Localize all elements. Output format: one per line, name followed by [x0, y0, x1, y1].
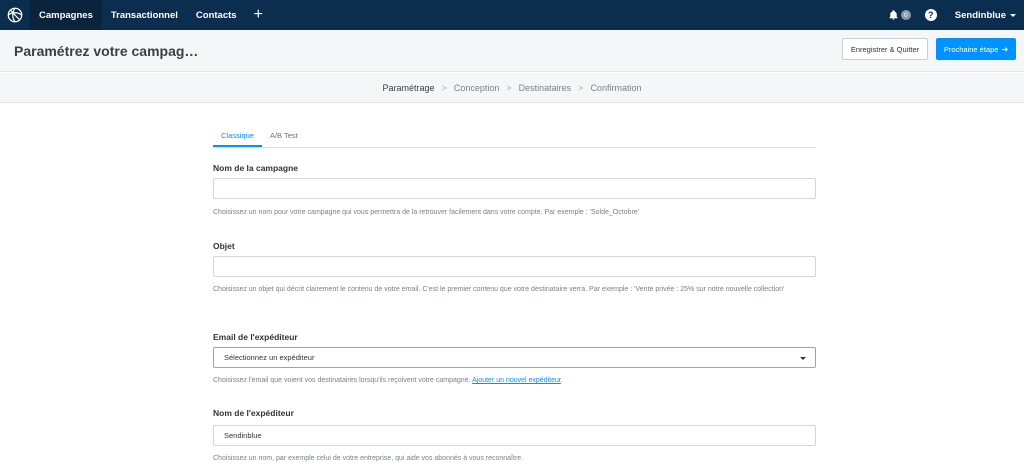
- bell-icon: [889, 10, 898, 20]
- chevron-right-icon: >: [578, 82, 584, 93]
- top-navbar: Campagnes Transactionnel Contacts + 0 ? …: [0, 0, 1024, 30]
- nav-item-contacts[interactable]: Contacts: [187, 0, 246, 30]
- page-header: Paramétrez votre campag… Enregistrer & Q…: [0, 30, 1024, 72]
- sender-email-help-suffix: .: [560, 377, 563, 384]
- breadcrumb-stepper: Paramétrage > Conception > Destinataires…: [0, 73, 1024, 103]
- nav-item-label: Contacts: [195, 9, 237, 21]
- sender-email-help-text: Choisissez l'email que voient vos destin…: [213, 377, 471, 384]
- campaign-name-help: Choisissez un nom pour votre campagne qu…: [213, 209, 639, 216]
- notification-count-badge: 0: [900, 10, 911, 20]
- nav-right: 0 ? Sendinblue: [888, 0, 1016, 30]
- campaign-name-input[interactable]: [213, 178, 816, 199]
- subject-input[interactable]: [213, 256, 816, 277]
- sender-name-label: Nom de l'expéditeur: [213, 408, 294, 418]
- sendinblue-logo-icon[interactable]: [0, 0, 30, 30]
- chevron-right-icon: >: [441, 82, 447, 93]
- account-menu[interactable]: Sendinblue: [955, 10, 1016, 21]
- tab-classique[interactable]: Classique: [213, 124, 262, 147]
- page-title: Paramétrez votre campag…: [14, 43, 199, 59]
- chevron-down-icon: [800, 357, 806, 360]
- campaign-settings-form: Classique A/B Test Nom de la campagne Ch…: [213, 124, 816, 462]
- help-icon[interactable]: ?: [924, 9, 937, 21]
- arrow-right-icon: ➔: [1001, 44, 1009, 54]
- subject-help: Choisissez un objet qui décrit clairemen…: [213, 286, 785, 293]
- sender-email-help: Choisissez l'email que voient vos destin…: [213, 375, 803, 386]
- save-and-quit-button[interactable]: Enregistrer & Quitter: [842, 38, 928, 60]
- sender-email-label: Email de l'expéditeur: [213, 332, 298, 342]
- nav-item-campagnes[interactable]: Campagnes: [30, 0, 102, 30]
- tab-ab-test[interactable]: A/B Test: [262, 124, 306, 147]
- nav-item-label: Campagnes: [39, 9, 93, 21]
- next-step-label: Prochaine étape: [943, 44, 999, 54]
- campaign-name-label: Nom de la campagne: [213, 163, 299, 173]
- account-label: Sendinblue: [954, 9, 1006, 21]
- notifications-button[interactable]: 0: [888, 9, 911, 21]
- step-confirmation[interactable]: Confirmation: [590, 83, 641, 93]
- plus-icon[interactable]: +: [246, 0, 271, 30]
- next-step-button[interactable]: Prochaine étape ➔: [936, 38, 1016, 60]
- sender-email-select[interactable]: Sélectionnez un expéditeur: [213, 347, 816, 368]
- add-sender-link[interactable]: Ajouter un nouvel expéditeur: [472, 377, 561, 384]
- chevron-down-icon: [1010, 13, 1016, 17]
- chevron-right-icon: >: [506, 82, 512, 93]
- step-parametrage[interactable]: Paramétrage: [383, 83, 435, 93]
- sender-email-selected: Sélectionnez un expéditeur: [224, 353, 315, 362]
- save-and-quit-label: Enregistrer & Quitter: [850, 44, 920, 54]
- campaign-type-tabs: Classique A/B Test: [213, 124, 816, 148]
- nav-item-label: Transactionnel: [110, 9, 178, 21]
- sender-name-help: Choisissez un nom, par exemple celui de …: [213, 455, 524, 462]
- sender-name-input[interactable]: Sendinblue: [213, 425, 816, 446]
- step-conception[interactable]: Conception: [454, 83, 500, 93]
- subject-label: Objet: [213, 241, 235, 251]
- step-destinataires[interactable]: Destinataires: [519, 83, 572, 93]
- nav-item-transactionnel[interactable]: Transactionnel: [102, 0, 187, 30]
